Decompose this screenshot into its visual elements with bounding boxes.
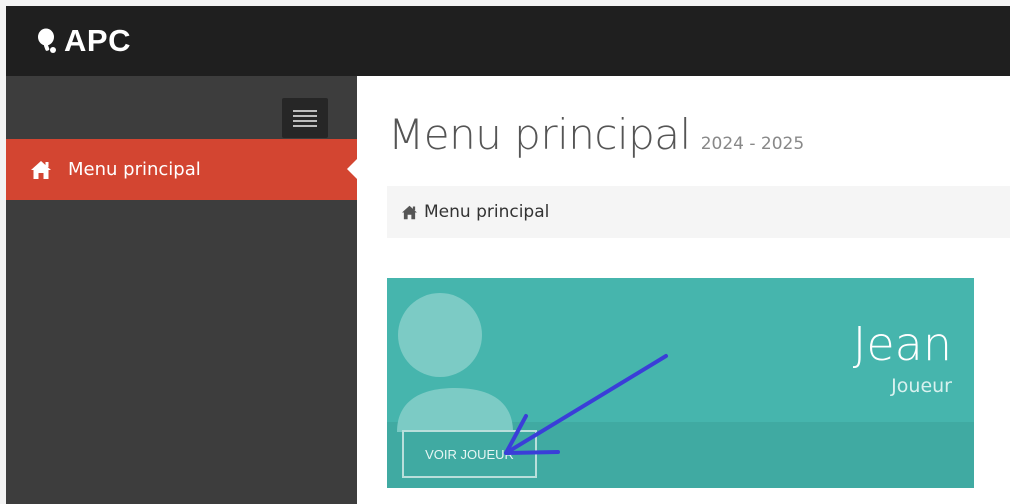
player-name: Jean	[852, 317, 952, 371]
page-header: Menu principal 2024 - 2025	[388, 110, 804, 159]
home-icon	[402, 205, 417, 219]
sidebar-item-menu-principal[interactable]: Menu principal	[6, 139, 357, 200]
player-role: Joueur	[891, 375, 952, 397]
brand-name: APC	[64, 23, 131, 58]
ping-pong-paddle-icon	[38, 28, 56, 53]
breadcrumb-item-menu-principal[interactable]: Menu principal	[424, 202, 549, 222]
player-card: Jean Joueur VOIR JOUEUR	[387, 278, 974, 488]
main-content: Menu principal 2024 - 2025 Menu principa…	[357, 76, 1010, 504]
sidebar: Menu principal	[6, 76, 357, 504]
sidebar-toggle-button[interactable]	[282, 98, 328, 138]
brand-logo[interactable]: APC	[36, 23, 131, 58]
app-window: APC Menu principal Menu principal 2024 -…	[6, 6, 1010, 504]
page-title: Menu principal	[388, 110, 691, 159]
hamburger-menu-icon	[293, 110, 317, 127]
user-silhouette-icon	[397, 293, 513, 432]
view-player-button[interactable]: VOIR JOUEUR	[402, 430, 537, 478]
home-icon	[31, 160, 51, 179]
top-navbar: APC	[6, 6, 1010, 76]
breadcrumb: Menu principal	[387, 186, 1010, 238]
sidebar-item-label: Menu principal	[68, 159, 201, 180]
page-subtitle: 2024 - 2025	[700, 134, 805, 154]
